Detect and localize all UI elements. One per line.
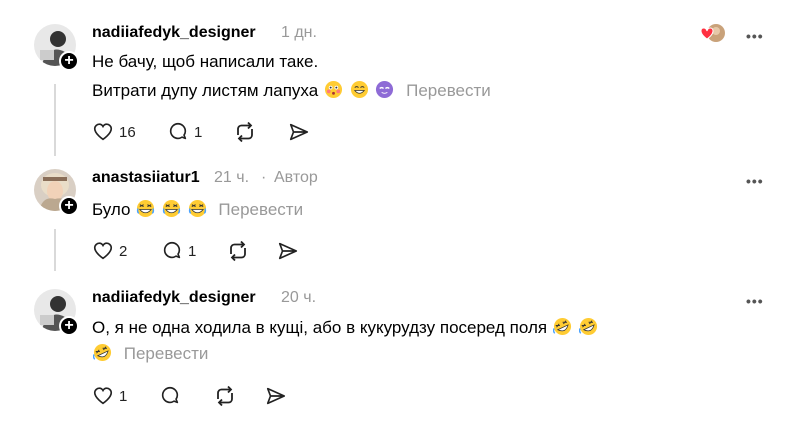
rolling-laughing-emoji xyxy=(552,317,572,341)
laughing-face-emoji xyxy=(188,199,207,223)
author-badge: Автор xyxy=(274,169,318,186)
rolling-laughing-emoji xyxy=(578,317,598,341)
share-icon xyxy=(278,242,298,260)
timestamp: 20 ч. xyxy=(281,289,317,306)
post-text: Витрати дупу листям лапуха xyxy=(92,81,319,100)
share-icon xyxy=(289,123,309,141)
flushed-face-emoji xyxy=(324,80,343,104)
share-button[interactable] xyxy=(265,385,287,407)
like-button[interactable]: 2 xyxy=(92,240,127,262)
post-text: Було xyxy=(92,200,131,219)
rolling-laughing-emoji xyxy=(92,343,112,367)
like-button[interactable]: 1 xyxy=(92,385,127,407)
like-count: 16 xyxy=(119,123,136,141)
repost-button[interactable] xyxy=(233,121,257,143)
post-text-line: Перевести xyxy=(92,343,208,367)
translate-link[interactable]: Перевести xyxy=(218,200,303,219)
reply-icon xyxy=(169,122,187,140)
thread-line xyxy=(54,84,56,156)
timestamp: 21 ч. xyxy=(214,169,250,186)
grinning-face-emoji xyxy=(350,80,369,104)
reply-button[interactable]: 1 xyxy=(161,240,196,262)
repost-button[interactable] xyxy=(226,240,250,262)
timestamp: 1 дн. xyxy=(281,24,317,41)
username[interactable]: nadiiafedyk_designer xyxy=(92,24,256,42)
share-button[interactable] xyxy=(277,240,299,262)
reply-button[interactable] xyxy=(159,385,181,407)
laughing-face-emoji xyxy=(136,199,155,223)
thread-line xyxy=(54,229,56,271)
follow-plus-icon[interactable]: + xyxy=(59,51,79,71)
post-text: О, я не одна ходила в кущі, або в кукуру… xyxy=(92,318,548,337)
reply-count: 1 xyxy=(188,242,197,260)
like-count: 2 xyxy=(119,242,128,260)
disguised-face-emoji xyxy=(375,80,394,104)
reply-button[interactable]: 1 xyxy=(167,121,202,143)
follow-plus-icon[interactable]: + xyxy=(59,196,79,216)
post-text-line: Витрати дупу листям лапуха Перевести xyxy=(92,80,491,104)
translate-link[interactable]: Перевести xyxy=(406,81,491,100)
laughing-face-emoji xyxy=(162,199,181,223)
heart-icon xyxy=(93,387,113,405)
repost-icon xyxy=(237,121,253,143)
post-text-line: Було Перевести xyxy=(92,199,303,223)
reply-count: 1 xyxy=(194,123,203,141)
reply-icon xyxy=(163,241,181,259)
reply-icon xyxy=(161,386,179,404)
repost-icon xyxy=(230,240,246,262)
heart-icon xyxy=(93,123,113,141)
repost-button[interactable] xyxy=(213,385,237,407)
share-button[interactable] xyxy=(288,121,310,143)
liker-avatars[interactable] xyxy=(698,22,728,44)
like-button[interactable]: 16 xyxy=(92,121,136,143)
repost-icon xyxy=(217,385,233,407)
more-options-icon[interactable]: ••• xyxy=(746,293,764,309)
more-options-icon[interactable]: ••• xyxy=(746,173,764,189)
like-count: 1 xyxy=(119,387,128,405)
username[interactable]: nadiiafedyk_designer xyxy=(92,289,256,307)
translate-link[interactable]: Перевести xyxy=(124,344,209,363)
more-options-icon[interactable]: ••• xyxy=(746,28,764,44)
post-text-line: О, я не одна ходила в кущі, або в кукуру… xyxy=(92,317,599,341)
heart-icon xyxy=(93,242,113,260)
share-icon xyxy=(266,387,286,405)
username[interactable]: anastasiiatur1 xyxy=(92,169,200,187)
separator: · xyxy=(261,169,267,186)
follow-plus-icon[interactable]: + xyxy=(59,316,79,336)
post-text-line: Не бачу, щоб написали таке. xyxy=(92,52,319,71)
